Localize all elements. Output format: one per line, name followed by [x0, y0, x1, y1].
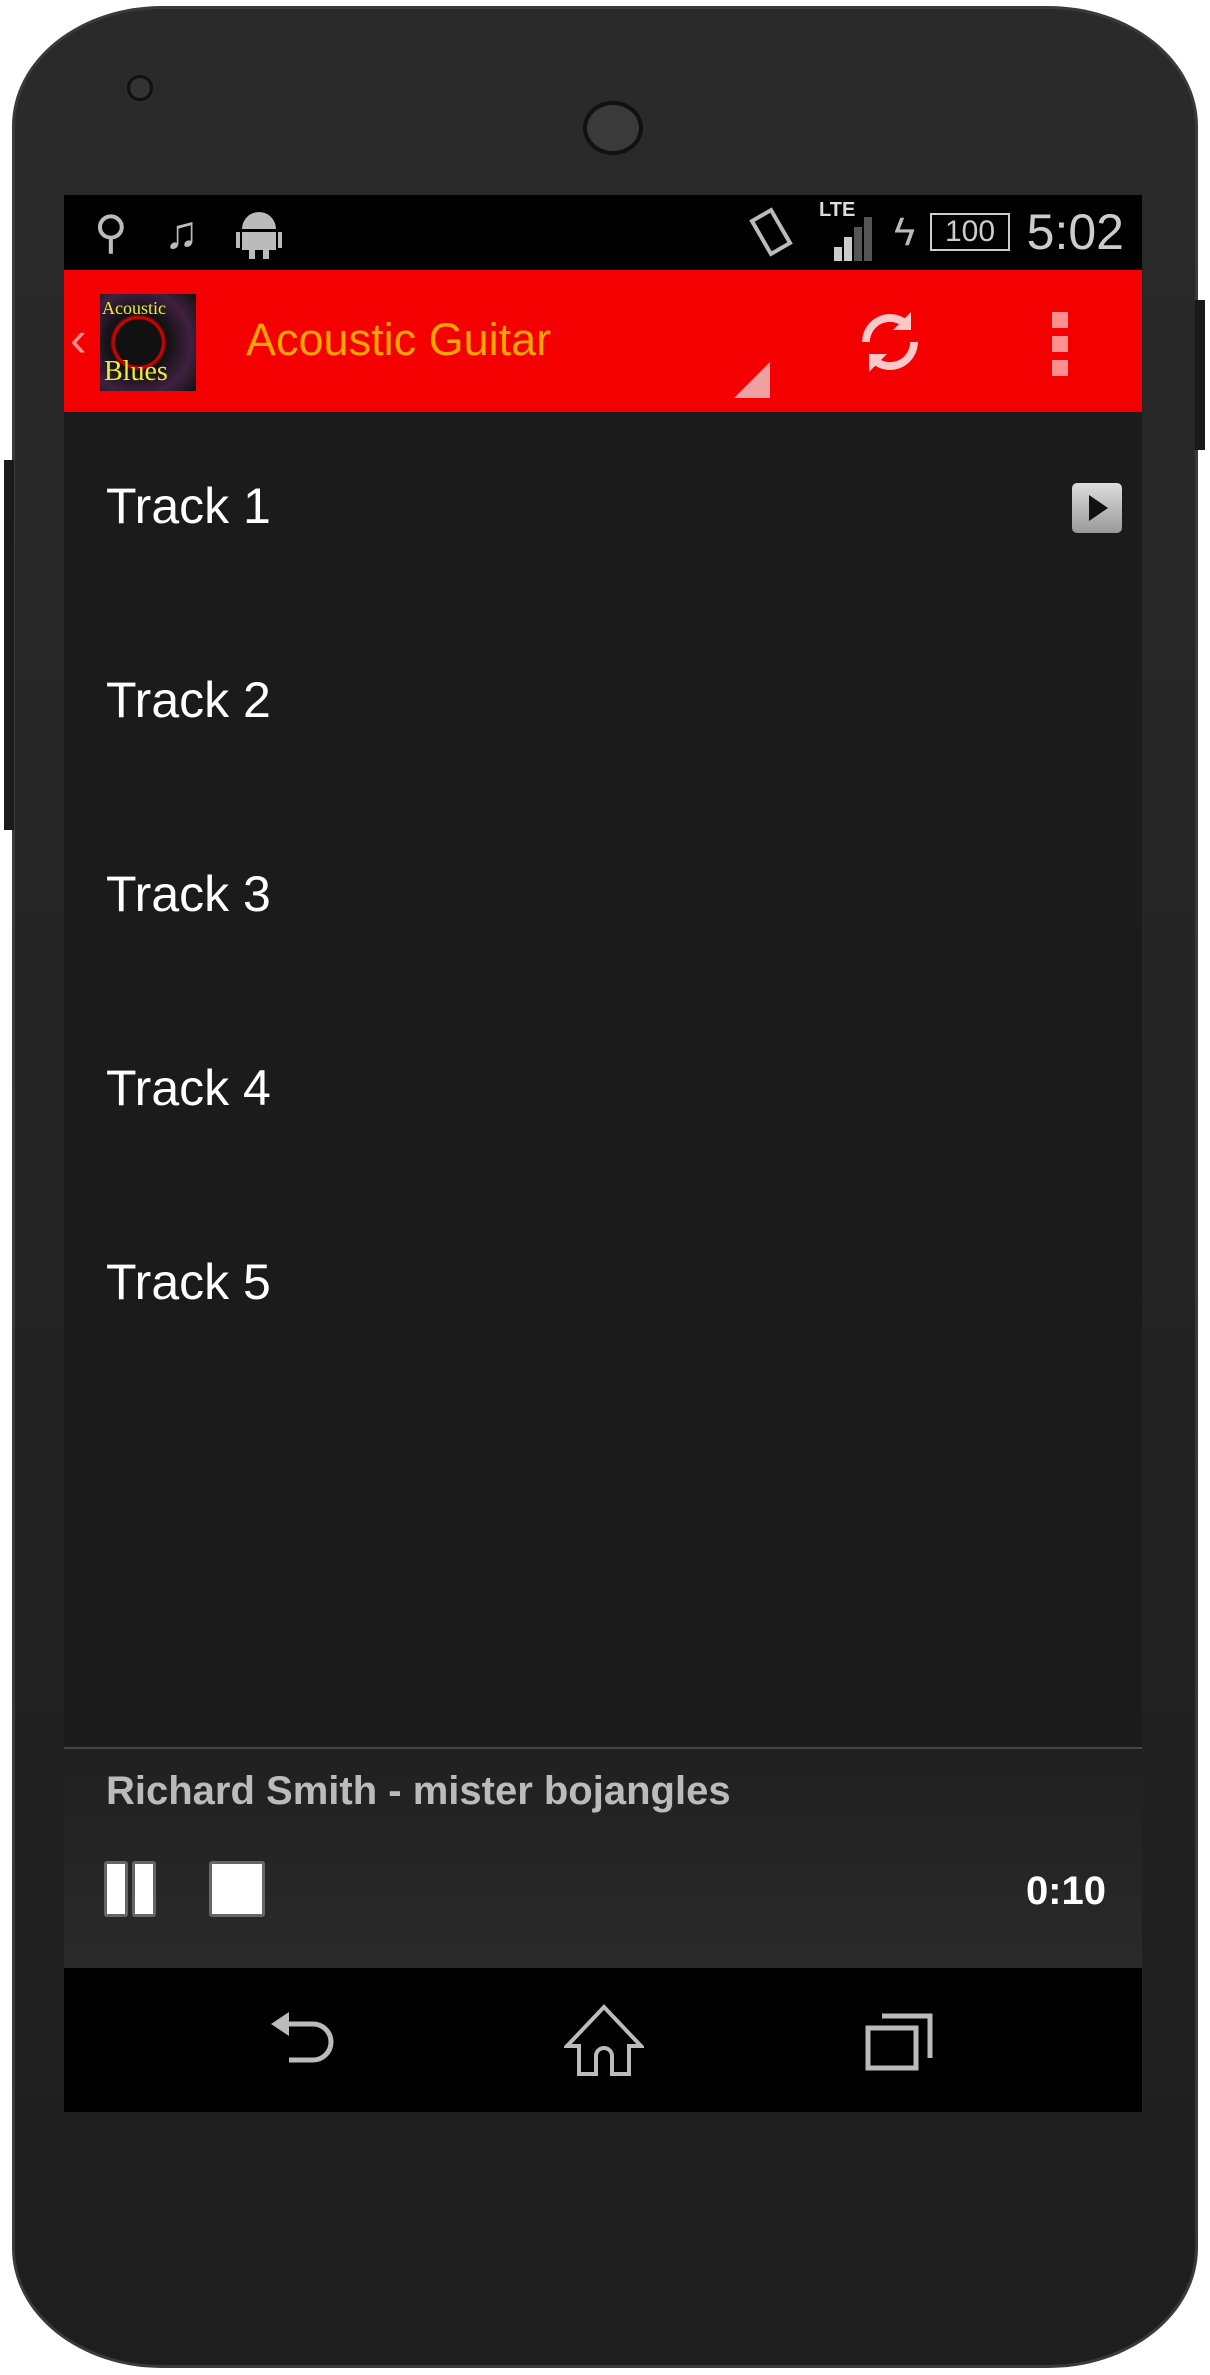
back-chevron-icon[interactable]: ‹ — [70, 310, 87, 368]
track-label: Track 1 — [106, 478, 271, 534]
track-row[interactable]: Track 3 — [64, 803, 1142, 997]
refresh-icon[interactable] — [854, 306, 926, 378]
clock: 5:02 — [1026, 204, 1124, 260]
status-bar: ⚲ ♫ LTE ϟ 100 5:02 — [64, 195, 1142, 270]
recents-icon[interactable] — [864, 2010, 936, 2072]
android-icon — [236, 212, 282, 259]
track-row[interactable]: Track 4 — [64, 997, 1142, 1191]
usb-icon: ⚲ — [94, 206, 128, 258]
play-icon[interactable] — [1072, 483, 1122, 533]
track-label: Track 4 — [106, 1060, 271, 1116]
spinner-title[interactable]: Acoustic Guitar — [246, 314, 551, 366]
volume-button — [4, 460, 14, 830]
track-label: Track 5 — [106, 1254, 271, 1310]
power-button — [1195, 300, 1205, 450]
vibrate-icon — [749, 207, 793, 257]
home-icon[interactable] — [564, 2004, 644, 2076]
app-logo[interactable]: Acoustic Blues — [100, 294, 196, 391]
music-note-icon: ♫ — [164, 206, 199, 258]
track-label: Track 2 — [106, 672, 271, 728]
overflow-menu-icon[interactable] — [1052, 312, 1068, 376]
action-bar: ‹ Acoustic Blues Acoustic Guitar — [64, 270, 1142, 412]
stop-icon[interactable] — [209, 1861, 265, 1917]
elapsed-time: 0:10 — [1025, 1869, 1106, 1913]
signal-icon — [834, 217, 872, 261]
charging-icon: ϟ — [894, 210, 916, 254]
track-row[interactable]: Track 1 — [64, 415, 1142, 609]
navigation-bar — [64, 1968, 1142, 2112]
now-playing-title: Richard Smith - mister bojangles — [106, 1769, 731, 1813]
app-screen: ⚲ ♫ LTE ϟ 100 5:02 ‹ Acoustic Blues Acou… — [64, 195, 1142, 2112]
speaker-grille — [583, 101, 643, 155]
battery-icon: 100 — [930, 213, 1010, 251]
pause-icon[interactable] — [104, 1861, 160, 1917]
track-row[interactable]: Track 2 — [64, 609, 1142, 803]
back-icon[interactable] — [269, 2008, 339, 2078]
front-camera — [127, 75, 153, 101]
spinner-triangle-icon — [734, 362, 770, 398]
track-label: Track 3 — [106, 866, 271, 922]
track-row[interactable]: Track 5 — [64, 1191, 1142, 1385]
now-playing-panel: Richard Smith - mister bojangles 0:10 — [64, 1747, 1142, 1968]
